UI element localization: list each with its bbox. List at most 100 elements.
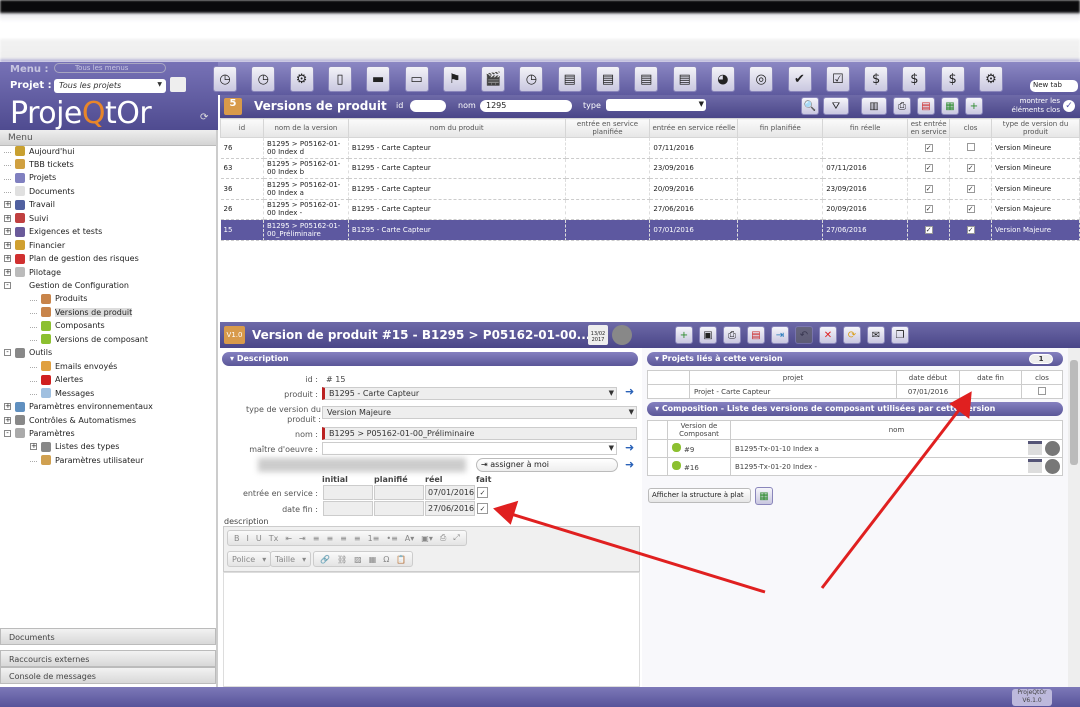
print-icon[interactable]: ⎙: [893, 97, 911, 115]
toolbar-tasks-icon[interactable]: ☑: [825, 66, 850, 92]
end-planned-input[interactable]: [374, 501, 424, 516]
print-icon[interactable]: ⎙: [723, 326, 741, 344]
column-header[interactable]: fin planifiée: [737, 118, 824, 138]
goto-icon[interactable]: ➜: [625, 458, 634, 471]
refresh-icon[interactable]: ⟳: [843, 326, 861, 344]
sidebar-item[interactable]: Versions de composant: [30, 334, 148, 345]
editor-button[interactable]: ▦: [369, 555, 377, 564]
sidebar-item[interactable]: + Listes des types: [30, 441, 119, 452]
column-header[interactable]: fin réelle: [822, 118, 909, 138]
table-row[interactable]: 26 B1295 > P05162-01-00 Index - B1295 - Ca…: [220, 199, 1080, 220]
owner-select[interactable]: ▼: [322, 442, 617, 455]
sidebar-item[interactable]: - Paramètres: [4, 428, 75, 439]
editor-button[interactable]: ▣▾: [421, 534, 433, 543]
menu-header[interactable]: Menu: [0, 130, 216, 146]
toolbar-resource-plan-icon[interactable]: ▤: [634, 66, 659, 92]
sidebar-item[interactable]: + Exigences et tests: [4, 226, 102, 237]
editor-button[interactable]: 📋: [396, 555, 406, 564]
table-row[interactable]: 63 B1295 > P05162-01-00 Index b B1295 - Ca…: [220, 158, 1080, 179]
editor-button[interactable]: I: [247, 534, 249, 543]
toolbar-documents-icon[interactable]: ▯: [327, 66, 352, 92]
projects-section-header[interactable]: ▾ Projets liés à cette version 1: [647, 352, 1063, 366]
editor-button[interactable]: 1≡: [368, 534, 380, 543]
sidebar-item[interactable]: + Suivi: [4, 213, 48, 224]
new-tab-button[interactable]: New tab: [1030, 80, 1078, 92]
sidebar-item[interactable]: - Outils: [4, 347, 52, 358]
copy-icon[interactable]: ⇥: [771, 326, 789, 344]
product-select[interactable]: B1295 - Carte Capteur ▼: [322, 387, 617, 400]
description-section-header[interactable]: ▾ Description: [222, 352, 638, 366]
toolbar-activity-plan-icon[interactable]: ▤: [672, 66, 697, 92]
expander-icon[interactable]: +: [30, 443, 37, 451]
sidebar-item[interactable]: + Travail: [4, 199, 55, 210]
editor-button[interactable]: ≡: [313, 534, 320, 543]
sidebar-item[interactable]: Versions de produit: [30, 307, 133, 318]
toolbar-work-icon[interactable]: ▭: [404, 66, 429, 92]
excel-icon[interactable]: ▦: [941, 97, 959, 115]
goto-owner-icon[interactable]: ➜: [625, 441, 634, 454]
toolbar-budget-icon[interactable]: $: [940, 66, 965, 92]
sidebar-item[interactable]: Paramètres utilisateur: [30, 455, 144, 466]
sidebar-item[interactable]: + Pilotage: [4, 267, 61, 278]
column-header[interactable]: est entrée en service: [907, 118, 951, 138]
sidebar-item[interactable]: + Contrôles & Automatismes: [4, 415, 136, 425]
table-row[interactable]: Projet - Carte Capteur 07/01/2016: [647, 384, 1063, 399]
expander-icon[interactable]: +: [4, 201, 11, 209]
sidebar-item[interactable]: Alertes: [30, 374, 83, 385]
sidebar-item[interactable]: Messages: [30, 388, 94, 399]
sidebar-item[interactable]: Documents: [4, 186, 75, 197]
excel-export-icon[interactable]: ▦: [755, 487, 773, 505]
toolbar-checklist-icon[interactable]: ✔: [787, 66, 812, 92]
table-row[interactable]: #9 B1295-Tx-01-10 Index a: [647, 439, 1063, 458]
sidebar-item[interactable]: Produits: [30, 293, 87, 304]
expander-icon[interactable]: -: [4, 429, 11, 437]
menu-selector[interactable]: Tous les menus: [54, 63, 166, 73]
search-icon[interactable]: 🔍: [801, 97, 819, 115]
service-initial-input[interactable]: [323, 485, 373, 500]
pdf-icon[interactable]: ▤: [747, 326, 765, 344]
accordion-documents[interactable]: Documents: [0, 628, 216, 645]
end-real-input[interactable]: 27/06/2016: [425, 501, 475, 516]
toolbar-reports-icon[interactable]: ◕: [710, 66, 735, 92]
assign-to-me-button[interactable]: ⇥ assigner à moi: [476, 458, 618, 472]
column-header[interactable]: id: [220, 118, 264, 138]
editor-button[interactable]: ⇤: [285, 534, 292, 543]
toolbar-projects-icon[interactable]: ⚙: [289, 66, 314, 92]
end-initial-input[interactable]: [323, 501, 373, 516]
editor-button[interactable]: 🔗: [320, 555, 330, 564]
editor-button[interactable]: ⎙: [440, 533, 446, 543]
service-done-checkbox[interactable]: ✓: [477, 487, 488, 498]
editor-button[interactable]: ⤢: [453, 533, 459, 543]
project-select[interactable]: Tous les projets ▼: [54, 79, 166, 93]
columns-icon[interactable]: ▥: [861, 97, 887, 115]
expander-icon[interactable]: +: [4, 416, 11, 424]
expander-icon[interactable]: +: [4, 228, 11, 236]
column-header[interactable]: nom du produit: [347, 118, 566, 138]
table-row[interactable]: 36 B1295 > P05162-01-00 Index a B1295 - Ca…: [220, 178, 1080, 200]
flat-structure-button[interactable]: Afficher la structure à plat: [648, 488, 751, 503]
column-header[interactable]: clos: [949, 118, 993, 138]
accordion-external-shortcuts[interactable]: Raccourcis externes: [0, 650, 216, 667]
editor-button[interactable]: B: [234, 534, 240, 543]
accordion-message-console[interactable]: Console de messages: [0, 667, 216, 684]
sidebar-item[interactable]: - Gestion de Configuration: [4, 281, 129, 291]
editor-button[interactable]: A▾: [405, 534, 415, 543]
expander-icon[interactable]: +: [4, 255, 11, 263]
expander-icon[interactable]: +: [4, 214, 11, 222]
table-row[interactable]: 76 B1295 > P05162-01-00 Index d B1295 - Ca…: [220, 137, 1080, 159]
edit-icon[interactable]: [170, 77, 186, 92]
save-icon[interactable]: ▣: [699, 326, 717, 344]
toolbar-gantt-icon[interactable]: ▤: [557, 66, 582, 92]
font-select[interactable]: Police ▾: [227, 551, 272, 567]
expander-icon[interactable]: +: [4, 268, 11, 276]
sidebar-item[interactable]: + Financier: [4, 240, 65, 251]
editor-button[interactable]: ≡: [326, 534, 333, 543]
toolbar-costs-icon[interactable]: $: [864, 66, 889, 92]
expander-icon[interactable]: -: [4, 282, 11, 289]
service-real-input[interactable]: 07/01/2016: [425, 485, 475, 500]
expander-icon[interactable]: +: [4, 403, 11, 411]
column-header[interactable]: nom de la version: [262, 118, 349, 138]
new-document-icon[interactable]: +: [675, 326, 693, 344]
description-editor[interactable]: [223, 572, 640, 687]
composition-section-header[interactable]: ▾ Composition - Liste des versions de co…: [647, 402, 1063, 416]
